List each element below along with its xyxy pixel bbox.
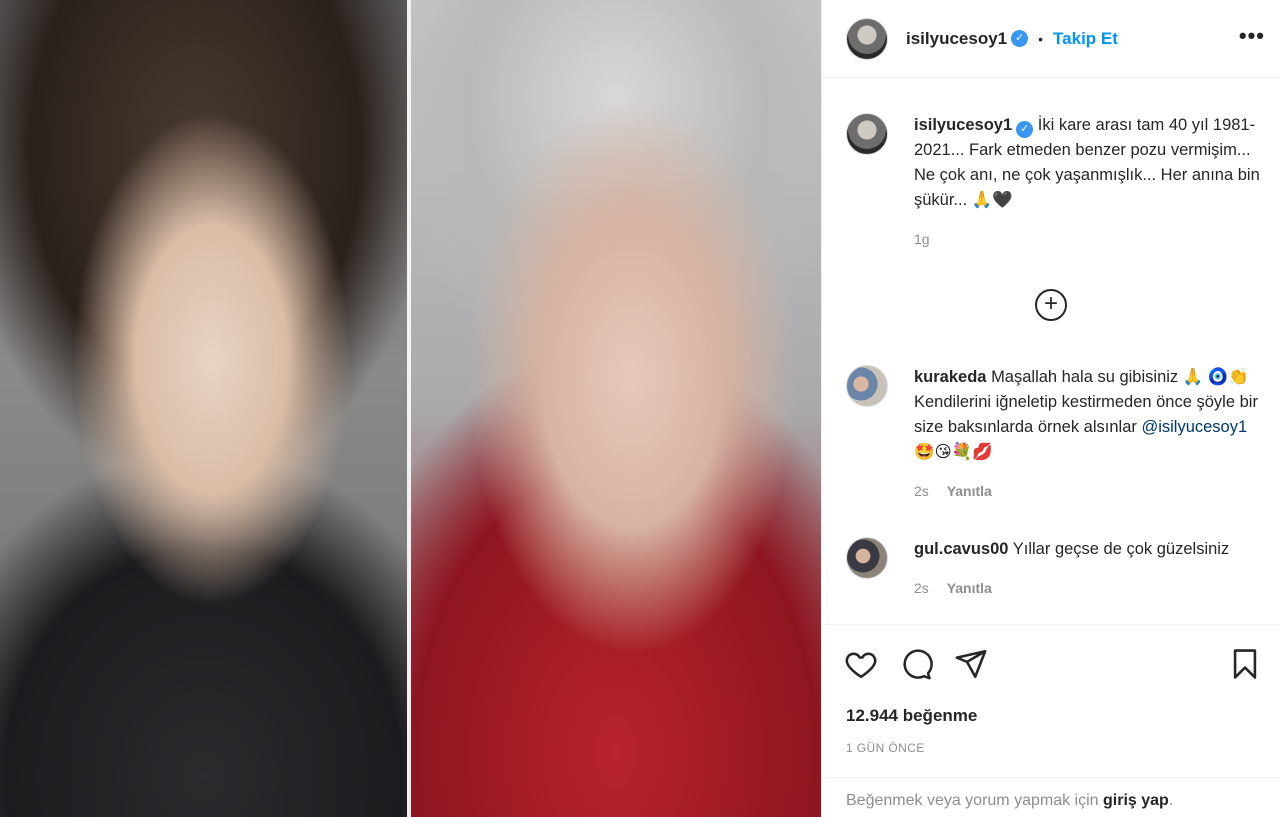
follow-button[interactable]: Takip Et [1053,29,1118,49]
plus-circle-icon[interactable]: + [1035,289,1067,321]
caption-time[interactable]: 1g [914,231,930,247]
login-link[interactable]: giriş yap [1103,792,1169,809]
posted-ago[interactable]: 1 GÜN ÖNCE [846,741,925,755]
comment-item: gul.cavus00 Yıllar geçse de çok güzelsin… [846,537,1266,601]
comment-item: kurakeda Maşallah hala su gibisiniz 🙏 🧿👏… [846,365,1266,504]
verified-badge-icon: ✓ [1011,30,1029,47]
comment-username[interactable]: gul.cavus00 [914,540,1008,558]
post-header: isilyucesoy1 ✓ • Takip Et ••• [822,0,1280,78]
comment-time[interactable]: 2s [914,580,929,596]
comment-text: Yıllar geçse de çok güzelsiniz [1012,540,1230,558]
header-separator: • [1038,30,1044,47]
reply-button[interactable]: Yanıtla [947,580,992,596]
action-bar: 12.944 beğenme 1 GÜN ÖNCE Beğenmek veya … [822,624,1280,817]
login-prompt-text: Beğenmek veya yorum yapmak için [846,792,1103,809]
share-icon[interactable] [954,647,988,681]
caption-avatar[interactable] [846,113,888,155]
post-side-panel: isilyucesoy1 ✓ • Takip Et ••• isilyuceso… [821,0,1280,817]
more-horizontal-icon[interactable]: ••• [1239,25,1265,47]
verified-badge-icon: ✓ [1016,121,1034,138]
comment-time[interactable]: 2s [914,483,929,499]
comment-username[interactable]: kurakeda [914,368,986,386]
reply-button[interactable]: Yanıtla [947,483,992,499]
login-prompt: Beğenmek veya yorum yapmak için giriş ya… [822,777,1280,817]
comment-emoji: 🤩😘💐💋 [914,443,993,461]
photo-left-1981 [0,0,407,817]
comment-icon[interactable] [899,647,933,681]
photo-right-2021 [411,0,821,817]
author-username[interactable]: isilyucesoy1 [906,29,1007,49]
bookmark-icon[interactable] [1228,647,1262,681]
caption-username[interactable]: isilyucesoy1 [914,116,1012,134]
caption: isilyucesoy1 ✓ İki kare arası tam 40 yıl … [846,113,1266,252]
commenter-avatar[interactable] [846,365,888,407]
post-photo[interactable] [0,0,821,817]
comment-mention[interactable]: @isilyucesoy1 [1141,418,1247,436]
author-avatar[interactable] [846,17,888,60]
likes-count[interactable]: 12.944 beğenme [846,706,977,726]
login-prompt-end: . [1168,792,1174,809]
heart-icon[interactable] [844,647,878,681]
comments-section[interactable]: isilyucesoy1 ✓ İki kare arası tam 40 yıl … [822,79,1280,624]
commenter-avatar[interactable] [846,537,888,579]
